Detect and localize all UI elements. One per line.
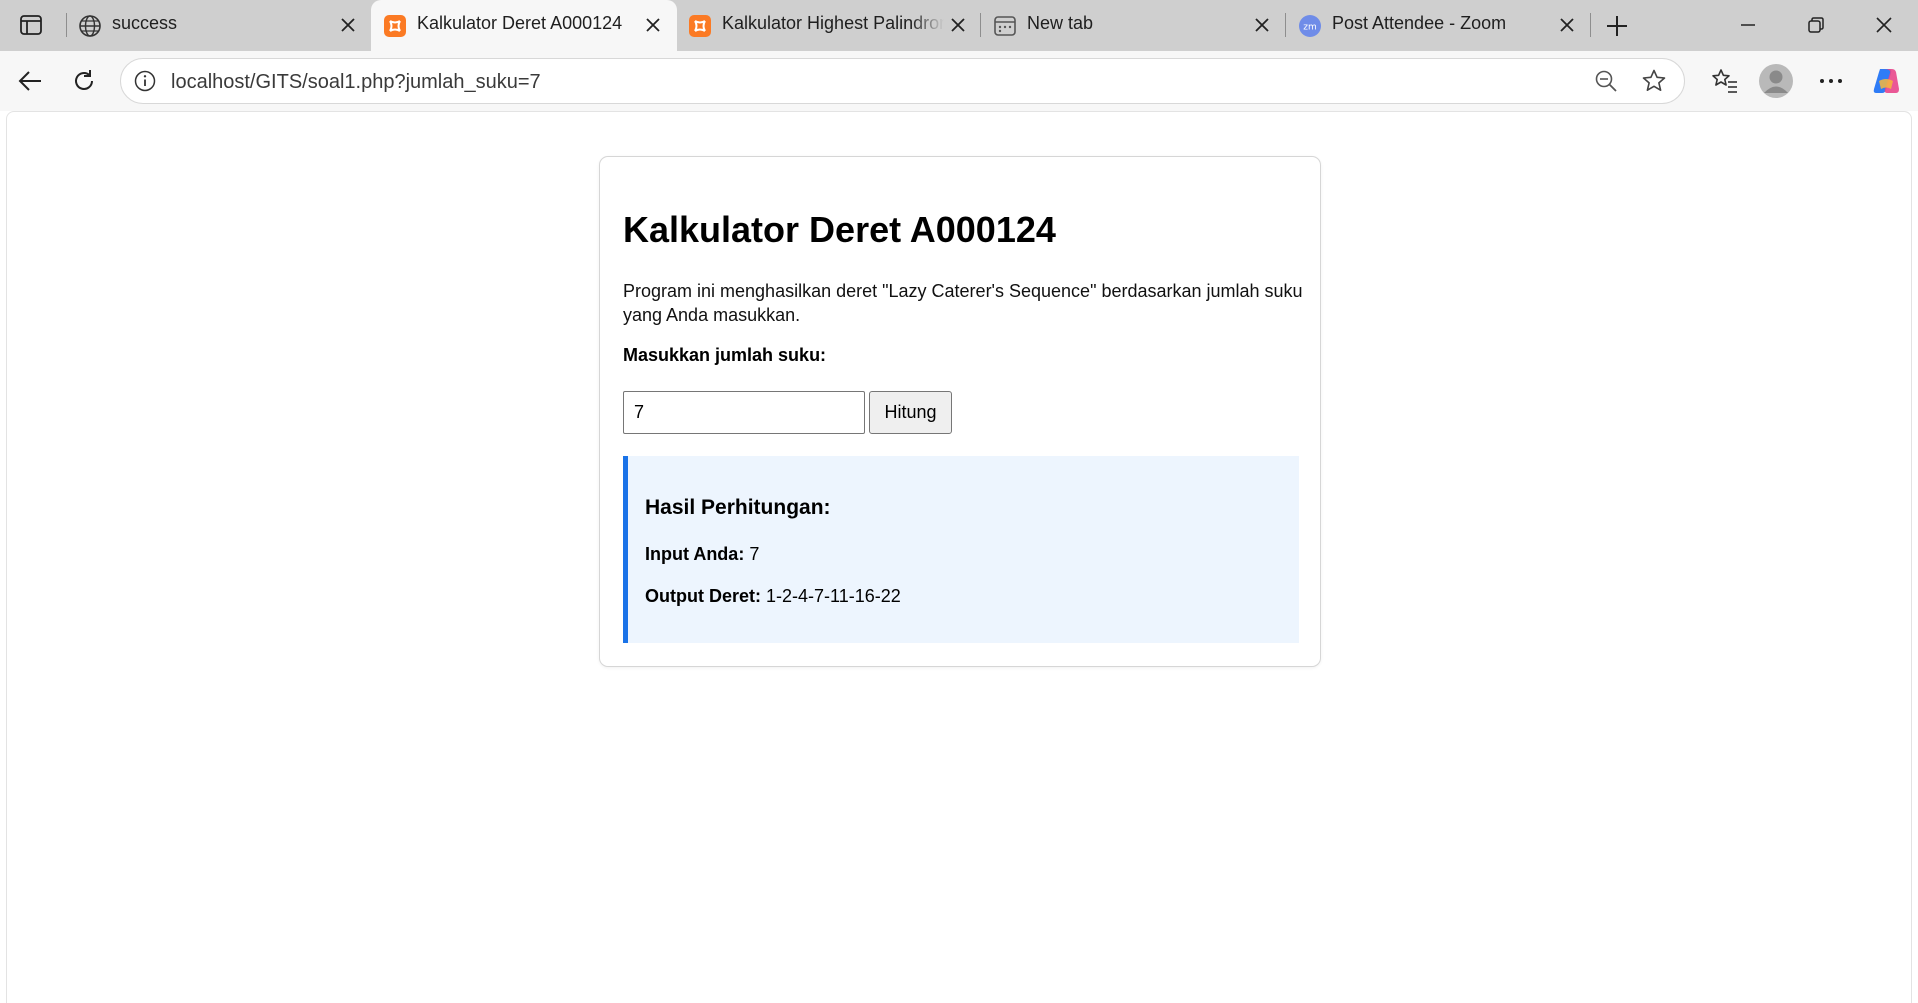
minimize-icon[interactable] <box>1728 8 1768 42</box>
input-label: Masukkan jumlah suku: <box>623 345 827 365</box>
newtab-page-icon <box>993 14 1017 38</box>
result-output-label: Output Deret: <box>645 586 766 606</box>
jumlah-suku-input[interactable] <box>623 391 865 434</box>
tab-success[interactable]: success <box>66 0 370 51</box>
browser-toolbar: localhost/GITS/soal1.php?jumlah_suku=7 <box>0 51 1918 111</box>
close-tab-icon[interactable] <box>338 15 358 35</box>
favorites-list-icon[interactable] <box>1707 63 1743 99</box>
vertical-tabs-icon[interactable] <box>12 8 50 42</box>
copilot-icon[interactable] <box>1868 63 1904 99</box>
xampp-icon <box>383 14 407 38</box>
back-arrow-icon[interactable] <box>12 63 48 99</box>
result-input-label: Input Anda: <box>645 544 750 564</box>
tab-title: Kalkulator Deret A000124 <box>417 13 623 33</box>
favorite-star-icon[interactable] <box>1641 68 1667 94</box>
close-window-icon[interactable] <box>1864 8 1904 42</box>
url-text[interactable]: localhost/GITS/soal1.php?jumlah_suku=7 <box>171 71 541 94</box>
page-description: Program ini menghasilkan deret "Lazy Cat… <box>623 281 1303 325</box>
tab-kalkulator-deret[interactable]: Kalkulator Deret A000124 <box>371 0 677 51</box>
tab-kalkulator-palindrome[interactable]: Kalkulator Highest Palindrome <box>676 0 980 51</box>
result-input-row: Input Anda: 7 <box>645 544 759 565</box>
tab-title: success <box>112 13 178 33</box>
zoom-out-icon[interactable] <box>1593 68 1619 94</box>
tab-title: New tab <box>1027 13 1094 33</box>
address-bar[interactable]: localhost/GITS/soal1.php?jumlah_suku=7 <box>120 58 1685 104</box>
restore-icon[interactable] <box>1796 8 1836 42</box>
tab-bar: success Kalkulator Deret A000124 Kalkula… <box>0 0 1918 51</box>
page-title: Kalkulator Deret A000124 <box>623 209 1056 250</box>
close-tab-icon[interactable] <box>1557 15 1577 35</box>
result-input-value: 7 <box>749 544 760 564</box>
tab-zoom[interactable]: zm Post Attendee - Zoom <box>1286 0 1590 51</box>
hitung-button[interactable]: Hitung <box>869 391 952 434</box>
globe-icon <box>78 14 102 38</box>
result-heading: Hasil Perhitungan: <box>645 496 831 519</box>
tab-title: Kalkulator Highest Palindrome <box>722 13 944 33</box>
tab-separator <box>1590 13 1591 37</box>
result-output-value: 1-2-4-7-11-16-22 <box>766 586 901 606</box>
result-output-row: Output Deret: 1-2-4-7-11-16-22 <box>645 586 901 607</box>
tab-title: Post Attendee - Zoom <box>1332 13 1507 33</box>
close-tab-icon[interactable] <box>643 15 663 35</box>
close-tab-icon[interactable] <box>948 15 968 35</box>
result-box: Hasil Perhitungan: Input Anda: 7 Output … <box>623 456 1299 643</box>
site-info-icon[interactable] <box>133 69 157 93</box>
profile-avatar-icon[interactable] <box>1758 63 1794 99</box>
new-tab-button[interactable] <box>1600 9 1634 43</box>
more-options-icon[interactable] <box>1813 63 1849 99</box>
svg-text:zm: zm <box>1303 23 1317 33</box>
close-tab-icon[interactable] <box>1252 15 1272 35</box>
tab-new-tab[interactable]: New tab <box>981 0 1285 51</box>
xampp-icon <box>688 14 712 38</box>
refresh-icon[interactable] <box>66 63 102 99</box>
calculator-card: Kalkulator Deret A000124 Program ini men… <box>599 156 1321 667</box>
zoom-icon: zm <box>1298 14 1322 38</box>
